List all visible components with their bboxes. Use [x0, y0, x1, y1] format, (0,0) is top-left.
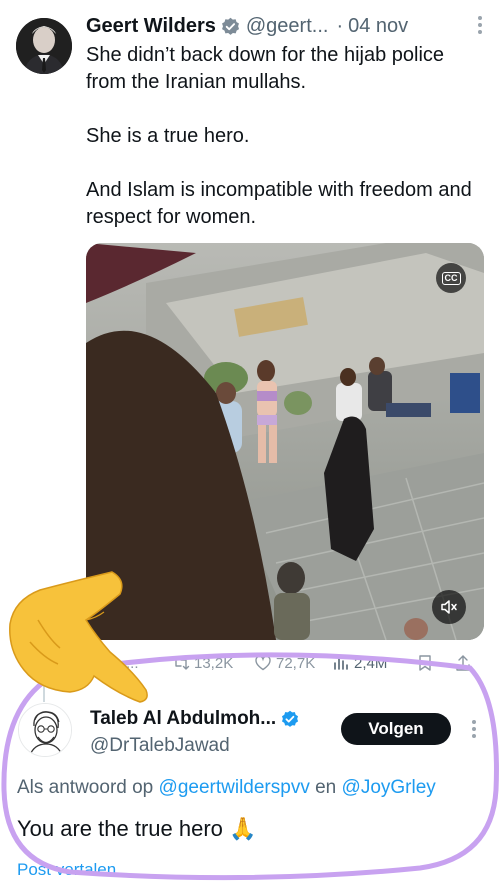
share-icon [456, 655, 470, 671]
views-icon [334, 657, 348, 670]
tweet-text: She didn’t back down for the hijab polic… [86, 42, 486, 231]
views-count: 2,4M [354, 654, 388, 672]
reply-more-icon[interactable] [470, 718, 478, 740]
reply-author-name[interactable]: Taleb Al Abdulmoh... [90, 708, 276, 730]
reply-to-line: Als antwoord op @geertwilderspvv en @Joy… [17, 777, 436, 799]
tweet-paragraph: And Islam is incompatible with freedom a… [86, 179, 472, 228]
tweet-date[interactable]: 04 nov [348, 15, 408, 38]
video-frame [86, 243, 484, 640]
more-icon[interactable] [472, 14, 488, 36]
author-name[interactable]: Geert Wilders [86, 15, 216, 38]
views-button[interactable]: 2,4M [332, 654, 387, 672]
like-count: 72,7K [276, 654, 316, 672]
highlight-circle [1, 652, 499, 881]
reply-author-avatar[interactable] [18, 703, 72, 757]
tweet-action-bar: ... 13,2K 72,7K 2,4M [86, 652, 486, 678]
bookmark-icon [419, 655, 431, 671]
author-handle[interactable]: @geert... [246, 15, 329, 38]
cc-icon[interactable]: CC [436, 263, 466, 293]
author-avatar[interactable] [16, 18, 72, 74]
bookmark-button[interactable] [416, 654, 438, 672]
thread-connector [43, 684, 45, 702]
translate-post-link[interactable]: Post vertalen [17, 860, 116, 880]
reply-text: You are the true hero 🙏 [17, 816, 257, 841]
reply-button[interactable]: ... [104, 654, 139, 672]
like-button[interactable]: 72,7K [254, 654, 315, 672]
reply-author-name-row[interactable]: Taleb Al Abdulmoh... [90, 708, 300, 730]
reply-author-handle[interactable]: @DrTalebJawad [90, 735, 230, 757]
separator-dot: · [336, 14, 344, 37]
mute-icon[interactable] [432, 590, 466, 624]
repost-button[interactable]: 13,2K [172, 654, 233, 672]
share-button[interactable] [454, 654, 476, 672]
follow-button[interactable]: Volgen [341, 713, 451, 745]
verified-badge-icon [221, 17, 240, 36]
reply-to-prefix: Als antwoord op [17, 777, 154, 798]
repost-count: 13,2K [194, 654, 234, 672]
reply-count: ... [126, 654, 139, 672]
repost-icon [172, 656, 190, 670]
reply-to-conjunction: en [315, 777, 337, 798]
tweet-paragraph: She didn’t back down for the hijab polic… [86, 44, 445, 93]
tweet-header: Geert Wilders @geert... · 04 nov [86, 13, 486, 39]
mention-link[interactable]: @geertwilderspvv [159, 777, 310, 798]
tweet-paragraph: She is a true hero. [86, 125, 250, 147]
verified-badge-icon [281, 710, 300, 729]
tweet: Geert Wilders @geert... · 04 nov She did… [0, 0, 500, 888]
reply-icon [105, 656, 120, 671]
like-icon [255, 655, 271, 671]
mention-link[interactable]: @JoyGrley [342, 777, 436, 798]
cc-label: CC [441, 271, 461, 285]
tweet-video[interactable]: CC [86, 243, 484, 640]
